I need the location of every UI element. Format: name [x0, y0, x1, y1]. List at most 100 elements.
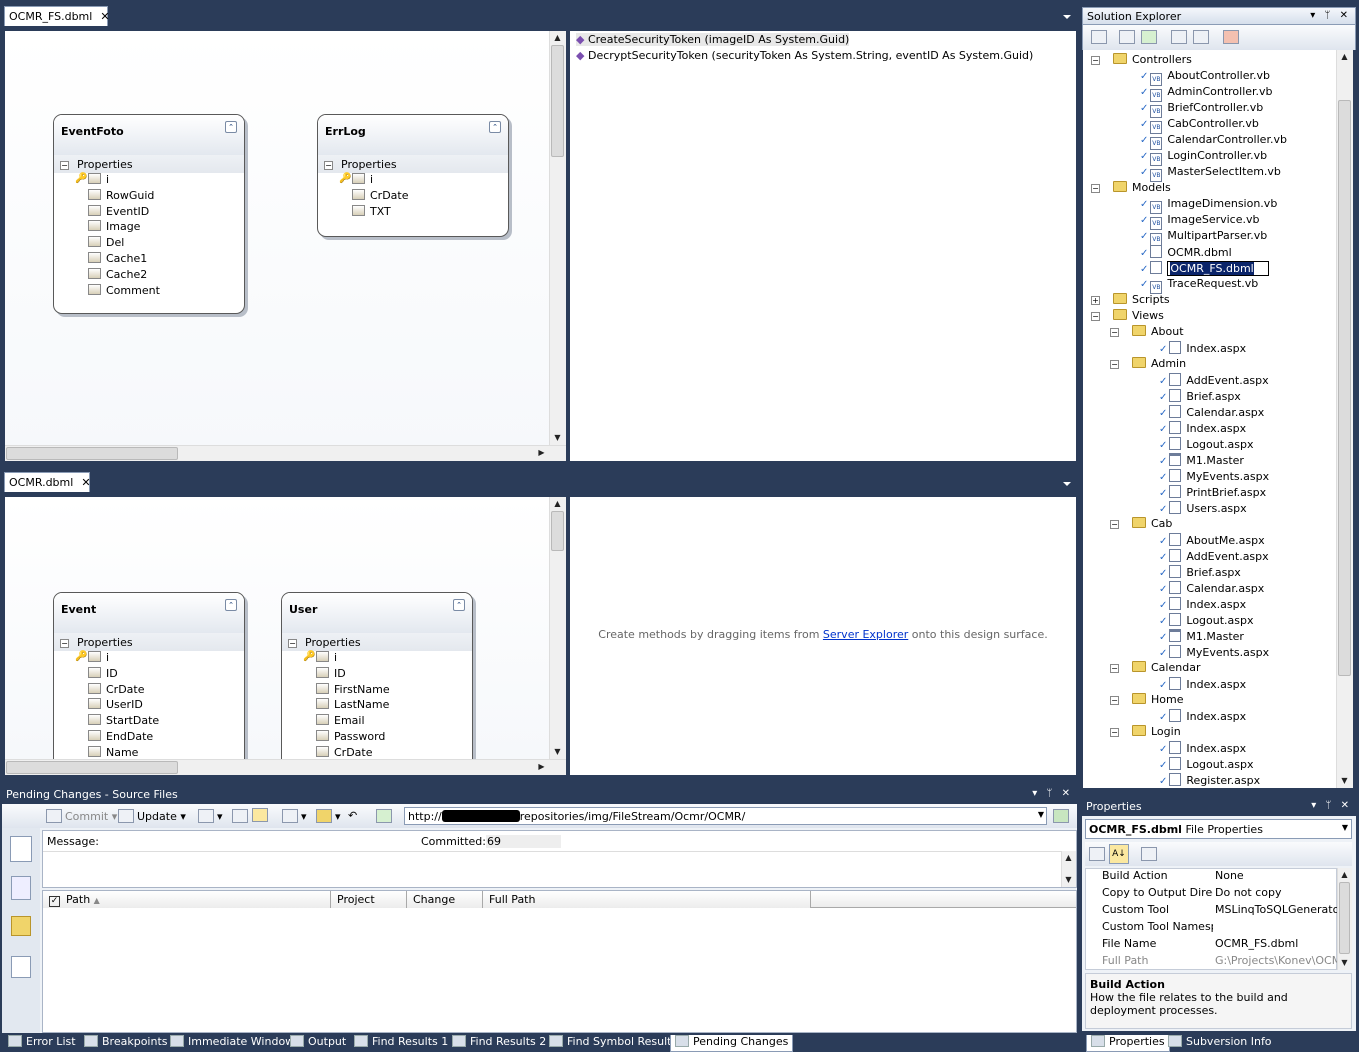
collapse-icon[interactable]: − [1110, 664, 1119, 673]
tab-find-results-2[interactable]: Find Results 2 [452, 1035, 546, 1052]
panel-header-icons[interactable]: ▾ ᛘ ✕ [1310, 10, 1351, 21]
document-dropdown-icon[interactable] [1063, 482, 1071, 486]
close-icon[interactable]: ✕ [81, 476, 90, 489]
collapse-icon[interactable]: ⌃ [489, 121, 501, 133]
source-files-icon[interactable] [10, 836, 32, 862]
view-code-icon[interactable] [1171, 30, 1187, 44]
collapse-section-icon[interactable]: − [288, 639, 297, 648]
compare-icon[interactable]: ▾ [282, 809, 307, 823]
property-value[interactable]: Do not copy [1215, 886, 1337, 899]
commit-button[interactable]: Commit ▾ [46, 809, 117, 823]
changes-list[interactable]: ✓ Path ▲ Project Change Full Path [42, 890, 1077, 1033]
notes-icon[interactable] [11, 916, 31, 936]
scroll-thumb[interactable] [551, 45, 564, 157]
design-surface-bottom[interactable]: Event ⌃ − Properties 🔑 i ID CrDate UserID S… [5, 497, 549, 772]
entity-field[interactable]: EventID [54, 204, 244, 221]
server-explorer-link[interactable]: Server Explorer [823, 628, 908, 641]
message-input[interactable] [43, 851, 1062, 887]
entity-errlog[interactable]: ErrLog ⌃ − Properties 🔑 i CrDate TXT [317, 114, 509, 237]
collapse-section-icon[interactable]: − [324, 161, 333, 170]
scroll-right-icon[interactable]: ▶ [534, 760, 549, 774]
show-all-files-icon[interactable] [1119, 30, 1135, 44]
entity-event[interactable]: Event ⌃ − Properties 🔑 i ID CrDate UserID S… [53, 592, 245, 772]
entity-field[interactable]: EndDate [54, 729, 244, 746]
rename-input[interactable]: OCMR_FS.dbml [1167, 261, 1269, 276]
property-row[interactable]: File Name OCMR_FS.dbml [1086, 937, 1338, 954]
tab-immediate-window[interactable]: Immediate Window [170, 1035, 294, 1052]
scroll-right-icon[interactable]: ▶ [534, 446, 549, 460]
categorized-icon[interactable] [1089, 847, 1105, 861]
entity-eventfoto[interactable]: EventFoto ⌃ − Properties 🔑 i RowGuid EventI… [53, 114, 245, 314]
vertical-scrollbar[interactable]: ▲ ▼ [549, 497, 566, 759]
collapse-icon[interactable]: − [1110, 360, 1119, 369]
collapse-icon[interactable]: − [1091, 56, 1100, 65]
property-scrollbar[interactable]: ▲ ▼ [1337, 868, 1352, 970]
list-icon[interactable]: ▾ [198, 809, 223, 823]
collapse-icon[interactable]: − [1110, 328, 1119, 337]
edit-icon[interactable] [252, 808, 271, 822]
property-value[interactable]: OCMR_FS.dbml [1215, 937, 1337, 950]
tab-pending-changes[interactable]: Pending Changes [670, 1035, 794, 1052]
scroll-down-icon[interactable]: ▼ [550, 431, 565, 445]
entity-field[interactable]: Cache1 [54, 251, 244, 268]
entity-field[interactable]: Del [54, 236, 244, 252]
scroll-down-icon[interactable]: ▼ [1337, 774, 1352, 788]
scroll-thumb[interactable] [6, 761, 178, 774]
entity-field[interactable]: Comment [54, 283, 244, 300]
tab-properties[interactable]: Properties [1086, 1035, 1170, 1052]
copy-icon[interactable] [232, 809, 251, 823]
entity-field[interactable]: CrDate [318, 188, 508, 205]
horizontal-scrollbar[interactable]: ▶ [5, 759, 566, 775]
tab-ocmr-fs-dbml[interactable]: OCMR_FS.dbml ✕ [4, 6, 110, 26]
collapse-icon[interactable]: − [1110, 696, 1119, 705]
chevron-down-icon[interactable]: ▼ [1038, 810, 1044, 819]
solution-scrollbar[interactable]: ▲ ▼ [1336, 50, 1353, 788]
folder-open-icon[interactable]: ▾ [316, 809, 341, 823]
refresh-icon[interactable] [376, 809, 395, 823]
property-value[interactable]: MSLinqToSQLGenerator [1215, 903, 1337, 916]
message-scrollbar[interactable]: ▲ ▼ [1061, 851, 1076, 887]
tab-breakpoints[interactable]: Breakpoints [84, 1035, 168, 1052]
document-dropdown-icon[interactable] [1063, 15, 1071, 19]
property-row[interactable]: Full Path G:\Projects\Konev\OCMR [1086, 954, 1338, 971]
entity-field[interactable]: LastName [282, 698, 472, 714]
property-row[interactable]: Build Action None [1086, 869, 1338, 886]
scroll-thumb[interactable] [6, 447, 178, 460]
tab-subversion-info[interactable]: Subversion Info [1168, 1035, 1272, 1052]
scroll-thumb[interactable] [551, 511, 564, 551]
solution-tree[interactable]: − Controllers ✓ VB AboutController.vb ✓ VB Admi… [1083, 50, 1336, 788]
entity-field[interactable]: ID [282, 666, 472, 683]
repository-url-field[interactable]: http://repositories/img/FileStream/Ocmr/… [404, 807, 1047, 825]
collapse-icon[interactable]: − [1110, 728, 1119, 737]
scroll-up-icon[interactable]: ▲ [550, 497, 565, 511]
entity-field[interactable]: ID [54, 666, 244, 683]
panel-header-icons[interactable]: ▾ ᛘ ✕ [1311, 800, 1352, 811]
undo-icon[interactable]: ↶ [348, 809, 357, 822]
collapse-icon[interactable]: − [1091, 184, 1100, 193]
entity-field[interactable]: Password [282, 729, 472, 746]
entity-field[interactable]: Cache2 [54, 267, 244, 284]
methods-pane[interactable]: ◆ CreateSecurityToken (imageID As System… [570, 31, 1076, 461]
connect-icon[interactable] [1053, 809, 1072, 823]
column-path[interactable]: ✓ Path ▲ [43, 891, 331, 908]
select-all-checkbox[interactable]: ✓ [49, 896, 60, 907]
refresh-icon[interactable] [1141, 30, 1157, 44]
method-item[interactable]: ◆ DecryptSecurityToken (securityToken As… [570, 47, 1076, 63]
entity-field[interactable]: CrDate [54, 682, 244, 699]
close-icon[interactable]: ✕ [100, 10, 109, 23]
column-change[interactable]: Change [407, 891, 483, 908]
entity-field[interactable]: UserID [54, 698, 244, 714]
collapse-icon[interactable]: ⌃ [453, 599, 465, 611]
tab-ocmr-dbml[interactable]: OCMR.dbml ✕ [4, 472, 91, 492]
properties-icon[interactable] [1091, 30, 1107, 44]
property-row[interactable]: Custom Tool MSLinqToSQLGenerator [1086, 903, 1338, 920]
entity-field[interactable]: Email [282, 714, 472, 730]
view-designer-icon[interactable] [1193, 30, 1209, 44]
tab-find-results-1[interactable]: Find Results 1 [354, 1035, 448, 1052]
tab-find-symbol-results[interactable]: Find Symbol Results [549, 1035, 677, 1052]
tab-output[interactable]: Output [290, 1035, 346, 1052]
property-value[interactable]: G:\Projects\Konev\OCMR [1215, 954, 1337, 967]
property-row[interactable]: Custom Tool Namespac [1086, 920, 1338, 937]
property-grid[interactable]: Build ActionNoneCopy to Output DirectoDo… [1085, 868, 1337, 970]
entity-field[interactable]: StartDate [54, 714, 244, 730]
